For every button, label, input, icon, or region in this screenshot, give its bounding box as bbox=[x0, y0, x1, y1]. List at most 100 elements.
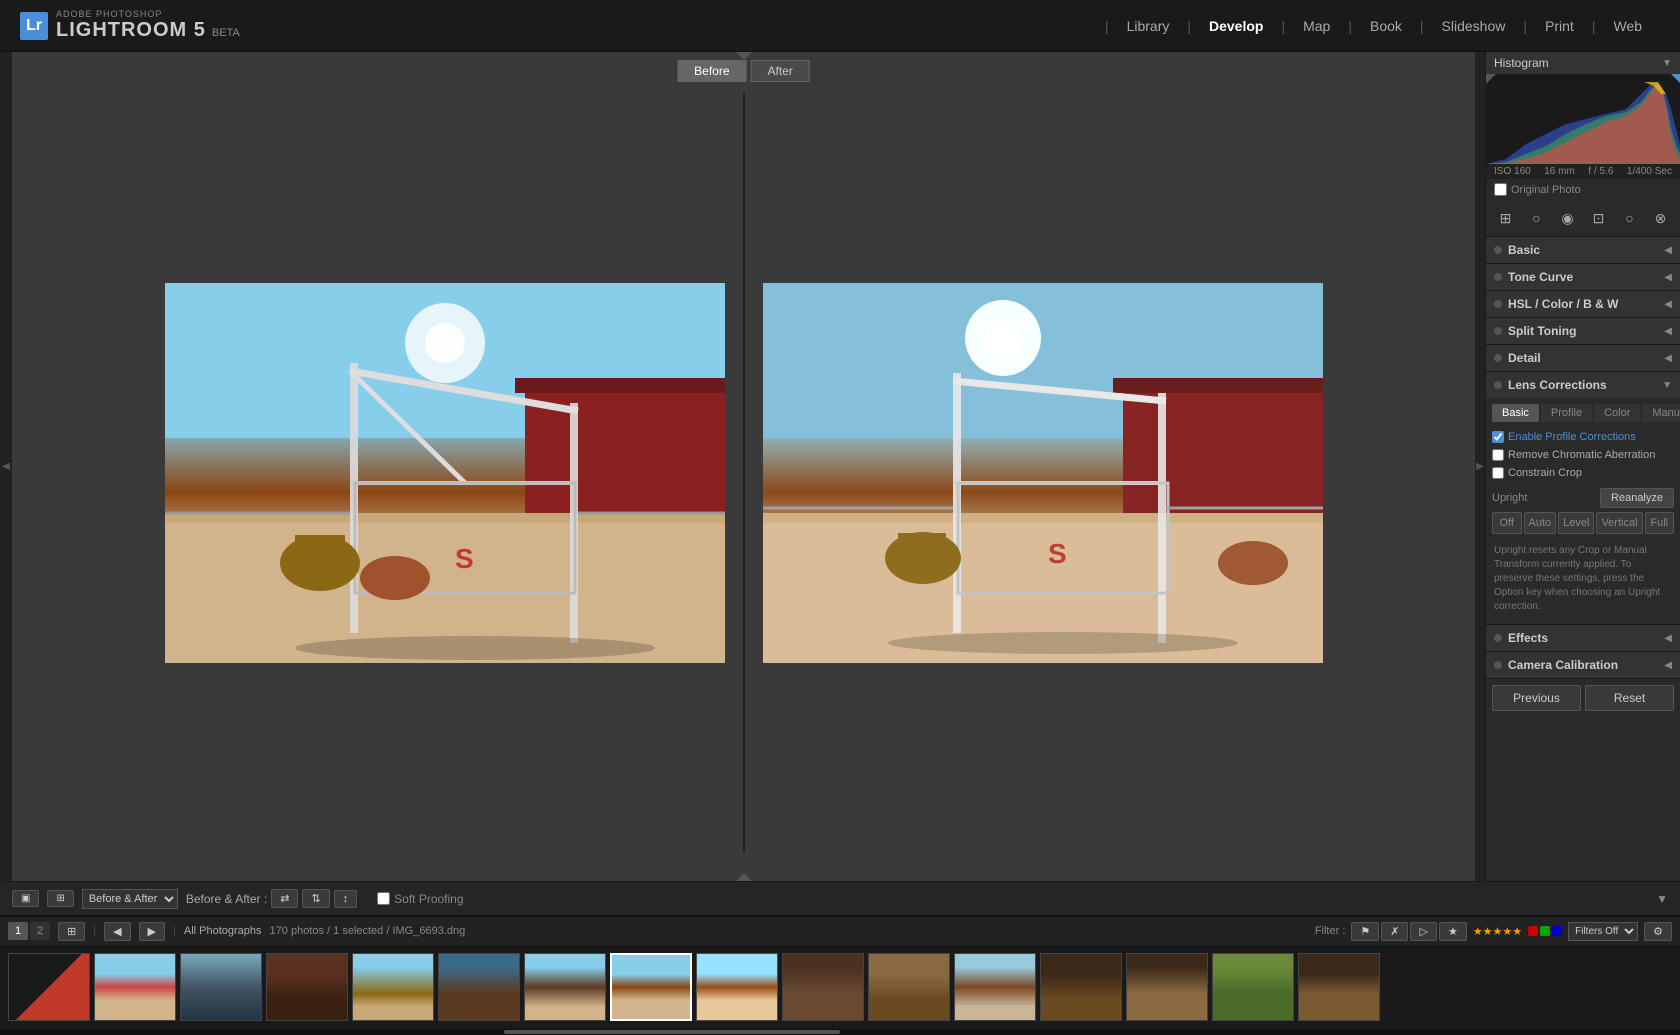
basic-section-header[interactable]: Basic ◀ bbox=[1486, 237, 1680, 263]
thumb-12[interactable] bbox=[954, 953, 1036, 1021]
next-arrow-btn[interactable]: ▶ bbox=[139, 922, 165, 941]
swap-btn[interactable]: ⇄ bbox=[271, 889, 298, 908]
nav-slideshow[interactable]: Slideshow bbox=[1424, 10, 1524, 42]
histogram-dropdown-icon[interactable]: ▼ bbox=[1662, 58, 1672, 69]
camera-cal-toggle[interactable]: ◀ bbox=[1664, 660, 1672, 671]
lens-tab-color[interactable]: Color bbox=[1594, 404, 1640, 422]
effects-header[interactable]: Effects ◀ bbox=[1486, 625, 1680, 651]
lens-corrections-section: Lens Corrections ▼ Basic Profile Color M… bbox=[1486, 372, 1680, 625]
histogram-title: Histogram bbox=[1494, 56, 1549, 70]
adjust-btn[interactable]: ↕ bbox=[334, 890, 358, 908]
upright-auto-btn[interactable]: Auto bbox=[1524, 512, 1557, 534]
thumb-10[interactable] bbox=[782, 953, 864, 1021]
filmstrip-scrollbar[interactable] bbox=[504, 1030, 840, 1034]
thumb-6[interactable] bbox=[438, 953, 520, 1021]
unflagged-filter-btn[interactable]: ▷ bbox=[1410, 922, 1436, 941]
green-filter[interactable] bbox=[1540, 926, 1550, 936]
thumb-15[interactable] bbox=[1212, 953, 1294, 1021]
thumb-2[interactable] bbox=[94, 953, 176, 1021]
gradient-tool-icon[interactable]: ○ bbox=[1618, 206, 1642, 230]
red-filter[interactable] bbox=[1528, 926, 1538, 936]
thumb-11[interactable] bbox=[868, 953, 950, 1021]
thumb-14[interactable] bbox=[1126, 953, 1208, 1021]
nav-library[interactable]: Library bbox=[1109, 10, 1188, 42]
histogram-header[interactable]: Histogram ▼ bbox=[1486, 52, 1680, 74]
thumb-1[interactable] bbox=[8, 953, 90, 1021]
lens-toggle[interactable]: ▼ bbox=[1662, 380, 1672, 391]
detail-header[interactable]: Detail ◀ bbox=[1486, 345, 1680, 371]
hsl-title: HSL / Color / B & W bbox=[1508, 297, 1618, 311]
soft-proofing-checkbox[interactable] bbox=[377, 892, 390, 905]
remove-chromatic-checkbox[interactable] bbox=[1492, 449, 1504, 461]
thumb-4[interactable] bbox=[266, 953, 348, 1021]
thumb-7[interactable] bbox=[524, 953, 606, 1021]
prev-arrow-btn[interactable]: ◀ bbox=[104, 922, 130, 941]
nav-develop[interactable]: Develop bbox=[1191, 10, 1281, 42]
filters-off-select[interactable]: Filters Off bbox=[1568, 922, 1638, 941]
basic-toggle[interactable]: ◀ bbox=[1664, 245, 1672, 256]
page-2-btn[interactable]: 2 bbox=[30, 922, 50, 940]
page-1-btn[interactable]: 1 bbox=[8, 922, 28, 940]
lens-tab-profile[interactable]: Profile bbox=[1541, 404, 1592, 422]
thumb-3[interactable] bbox=[180, 953, 262, 1021]
before-photo-frame[interactable]: S bbox=[165, 283, 725, 663]
copy-btn[interactable]: ⇅ bbox=[302, 889, 329, 908]
thumb-5-inner bbox=[353, 954, 433, 1020]
original-photo-checkbox[interactable] bbox=[1494, 183, 1507, 196]
crop-tool-icon[interactable]: ○ bbox=[1525, 206, 1549, 230]
split-toning-toggle[interactable]: ◀ bbox=[1664, 326, 1672, 337]
thumb-5[interactable] bbox=[352, 953, 434, 1021]
upright-off-btn[interactable]: Off bbox=[1492, 512, 1522, 534]
thumb-6-inner bbox=[439, 954, 519, 1020]
side-by-side-btn[interactable]: ⊞ bbox=[47, 890, 73, 907]
split-toning-header[interactable]: Split Toning ◀ bbox=[1486, 318, 1680, 344]
redeye-tool-icon[interactable]: ⊡ bbox=[1587, 206, 1611, 230]
nav-book[interactable]: Book bbox=[1352, 10, 1420, 42]
radial-tool-icon[interactable]: ⊗ bbox=[1649, 206, 1673, 230]
healing-tool-icon[interactable]: ◉ bbox=[1556, 206, 1580, 230]
before-label[interactable]: Before bbox=[677, 60, 746, 82]
hsl-header[interactable]: HSL / Color / B & W ◀ bbox=[1486, 291, 1680, 317]
constrain-crop-checkbox[interactable] bbox=[1492, 467, 1504, 479]
left-expand-arrow[interactable]: ◀ bbox=[2, 457, 10, 476]
detail-toggle[interactable]: ◀ bbox=[1664, 353, 1672, 364]
lens-tab-manual[interactable]: Manual bbox=[1642, 404, 1680, 422]
filmstrip-thumbnails bbox=[0, 945, 1680, 1029]
filmstrip-scroll[interactable] bbox=[0, 1029, 1680, 1035]
hsl-toggle[interactable]: ◀ bbox=[1664, 299, 1672, 310]
thumb-13[interactable] bbox=[1040, 953, 1122, 1021]
nav-web[interactable]: Web bbox=[1595, 10, 1660, 42]
upright-level-btn[interactable]: Level bbox=[1558, 512, 1594, 534]
blue-filter[interactable] bbox=[1552, 926, 1562, 936]
upright-vertical-btn[interactable]: Vertical bbox=[1596, 512, 1642, 534]
upright-full-btn[interactable]: Full bbox=[1645, 512, 1675, 534]
enable-profile-checkbox[interactable] bbox=[1492, 431, 1504, 443]
grid-view-btn-group: ⊞ bbox=[58, 922, 85, 941]
filmstrip-settings-btn[interactable]: ⚙ bbox=[1644, 922, 1672, 941]
lens-tab-basic[interactable]: Basic bbox=[1492, 404, 1539, 422]
flag-filter-btn[interactable]: ⚑ bbox=[1351, 922, 1379, 941]
thumb-16[interactable] bbox=[1298, 953, 1380, 1021]
nav-print[interactable]: Print bbox=[1527, 10, 1592, 42]
right-expand-arrow[interactable]: ▶ bbox=[1476, 457, 1484, 476]
grid-view-btn[interactable]: ⊞ bbox=[58, 922, 85, 941]
tone-curve-header[interactable]: Tone Curve ◀ bbox=[1486, 264, 1680, 290]
rejected-filter-btn[interactable]: ✗ bbox=[1381, 922, 1408, 941]
reset-button[interactable]: Reset bbox=[1585, 685, 1674, 711]
single-view-btn[interactable]: ▣ bbox=[12, 890, 39, 907]
camera-calibration-header[interactable]: Camera Calibration ◀ bbox=[1486, 652, 1680, 678]
tone-curve-toggle[interactable]: ◀ bbox=[1664, 272, 1672, 283]
effects-toggle[interactable]: ◀ bbox=[1664, 633, 1672, 644]
toolbar-dropdown-btn[interactable]: ▼ bbox=[1656, 892, 1668, 906]
view-mode-select[interactable]: Before & After bbox=[82, 889, 178, 909]
reanalyze-button[interactable]: Reanalyze bbox=[1600, 488, 1674, 508]
after-label[interactable]: After bbox=[751, 60, 810, 82]
after-photo-frame[interactable]: S bbox=[763, 283, 1323, 663]
thumb-9[interactable] bbox=[696, 953, 778, 1021]
lens-corrections-header[interactable]: Lens Corrections ▼ bbox=[1486, 372, 1680, 398]
star-filter-btn[interactable]: ★ bbox=[1439, 922, 1467, 941]
previous-button[interactable]: Previous bbox=[1492, 685, 1581, 711]
thumb-8-selected[interactable] bbox=[610, 953, 692, 1021]
grid-tool-icon[interactable]: ⊞ bbox=[1494, 206, 1518, 230]
nav-map[interactable]: Map bbox=[1285, 10, 1348, 42]
